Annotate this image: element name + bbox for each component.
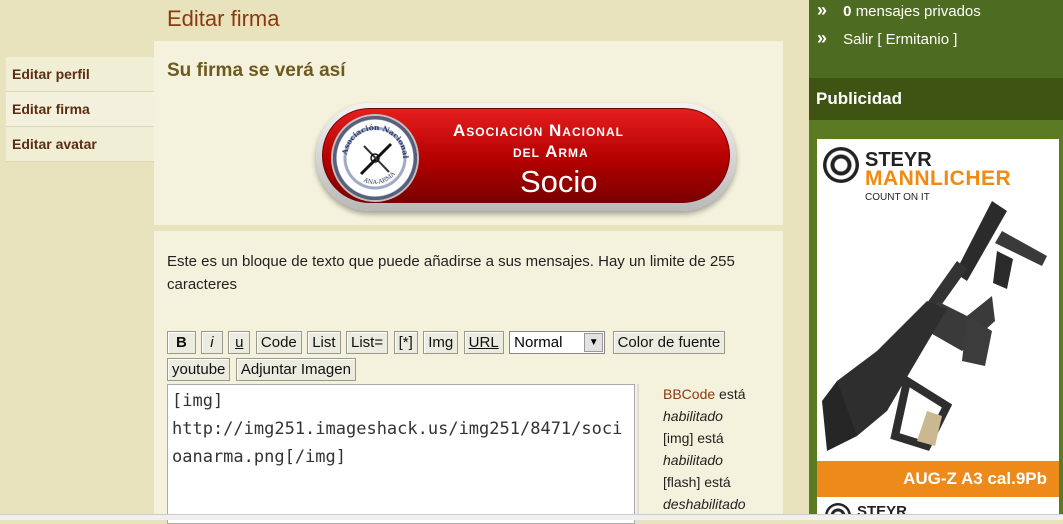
flash-status-text: [flash] está [663,474,731,490]
italic-button[interactable]: i [201,331,223,354]
double-chevron-icon: » [817,28,827,48]
logout-label: Salir [ Ermitanio ] [843,31,958,48]
nav-edit-profile[interactable]: Editar perfil [6,57,154,92]
pm-label: mensajes privados [855,3,981,20]
flash-disabled: deshabilitado [663,496,746,512]
page-title: Editar firma [167,6,280,31]
badge-red-pill: Asociación Nacional del Arma ANA-ARMA As… [322,108,730,203]
font-size-select[interactable]: Normal ▼ [509,331,606,354]
ads-heading: Publicidad [809,78,1063,120]
double-chevron-icon: » [817,0,827,20]
svg-text:ANA-ARMA: ANA-ARMA [362,170,397,186]
underline-button[interactable]: u [228,331,251,354]
target-logo-icon [823,147,859,183]
img-enabled: habilitado [663,452,723,468]
badge-line-1: Asociación Nacional [453,121,624,140]
bold-button[interactable]: B [167,331,196,354]
url-button[interactable]: URL [463,331,504,354]
textarea-scrollbar[interactable] [637,384,639,524]
signature-badge-image: Asociación Nacional del Arma ANA-ARMA As… [316,103,736,211]
bbcode-status: BBCode está habilitado [img] está habili… [663,383,773,515]
steyr-ad-banner[interactable]: STEYR MANNLICHER COUNT ON IT AUG-Z A3 ca… [817,139,1059,519]
code-button[interactable]: Code [255,331,302,354]
bbcode-enabled: habilitado [663,408,723,424]
list-ordered-button[interactable]: List= [346,331,389,354]
signature-form-panel: Este es un bloque de texto que puede aña… [154,231,783,524]
img-status-text: [img] está [663,430,724,446]
seal-bottom-text: ANA-ARMA [362,170,397,186]
badge-line-3: Socio [520,164,598,199]
svg-text:Asociación Nacional del Arma: Asociación Nacional del Arma [333,116,410,159]
attach-image-button[interactable]: Adjuntar Imagen [235,358,356,381]
signature-textarea[interactable]: [img] http://img251.imageshack.us/img251… [167,384,635,524]
badge-line-2: del Arma [513,142,589,161]
user-menu: » 0 mensajes privados » Salir [ Ermitani… [809,0,1063,78]
bbcode-toolbar: B i u Code List List= [*] Img URL Normal… [167,331,767,385]
right-sidebar: » 0 mensajes privados » Salir [ Ermitani… [809,0,1063,519]
logout-link[interactable]: » Salir [ Ermitanio ] [817,28,957,49]
seal-text: Asociación Nacional del Arma [333,116,410,159]
preview-title: Su firma se verá así [167,60,346,81]
signature-preview-panel: Su firma se verá así Asociación Nacional… [154,41,783,225]
signature-description: Este es un bloque de texto que puede aña… [167,253,735,293]
pm-count: 0 [843,3,852,20]
profile-nav: Editar perfil Editar firma Editar avatar [6,57,154,162]
dropdown-arrow-icon: ▼ [584,333,604,352]
bbcode-status-text: está [715,386,746,402]
association-seal-icon: Asociación Nacional del Arma ANA-ARMA [333,116,417,200]
list-item-button[interactable]: [*] [393,331,418,354]
font-size-value: Normal [514,334,563,351]
ads-panel: STEYR MANNLICHER COUNT ON IT AUG-Z A3 ca… [809,120,1063,519]
window-bottom-edge [0,514,1063,520]
private-messages-link[interactable]: » 0 mensajes privados [817,0,981,21]
youtube-button[interactable]: youtube [167,358,231,381]
list-button[interactable]: List [307,331,341,354]
rifle-image [822,201,1047,451]
bbcode-link[interactable]: BBCode [663,386,715,402]
ad-brand-mannlicher: MANNLICHER [865,167,1012,190]
img-button[interactable]: Img [423,331,459,354]
nav-edit-signature[interactable]: Editar firma [6,92,154,127]
nav-edit-avatar[interactable]: Editar avatar [6,127,154,162]
font-color-button[interactable]: Color de fuente [612,331,726,354]
ad-model-band: AUG-Z A3 cal.9Pb [817,461,1059,497]
